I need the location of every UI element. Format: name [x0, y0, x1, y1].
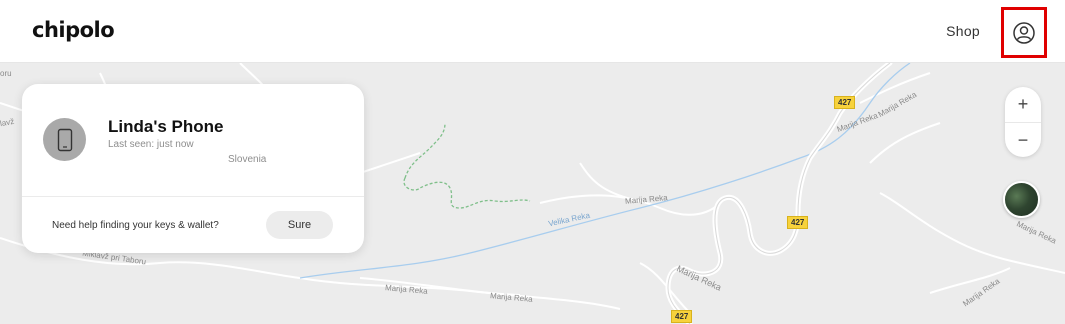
last-seen-text: Last seen: just now [108, 139, 194, 150]
zoom-controls: + − [1005, 87, 1041, 157]
zoom-out-button[interactable]: − [1005, 122, 1041, 157]
shop-link[interactable]: Shop [946, 23, 980, 39]
zoom-in-button[interactable]: + [1005, 87, 1041, 122]
top-header: chipolo Shop [0, 0, 1065, 63]
help-prompt-text: Need help finding your keys & wallet? [52, 220, 219, 231]
road-number-badge: 427 [834, 96, 856, 109]
sure-button[interactable]: Sure [266, 211, 333, 239]
map-label: oru [0, 69, 12, 78]
phone-icon [43, 118, 86, 161]
location-text: Slovenia [228, 154, 267, 165]
satellite-view-toggle[interactable] [1003, 181, 1040, 218]
road-number-badge: 427 [671, 310, 693, 323]
chipolo-logo[interactable]: chipolo [32, 18, 115, 42]
account-button[interactable] [1001, 7, 1047, 58]
user-circle-icon [1013, 21, 1035, 44]
road-number-badge: 427 [787, 216, 809, 229]
device-card: Linda's Phone Last seen: just now Sloven… [22, 84, 364, 253]
device-name: Linda's Phone [108, 117, 224, 136]
card-divider [22, 196, 364, 197]
